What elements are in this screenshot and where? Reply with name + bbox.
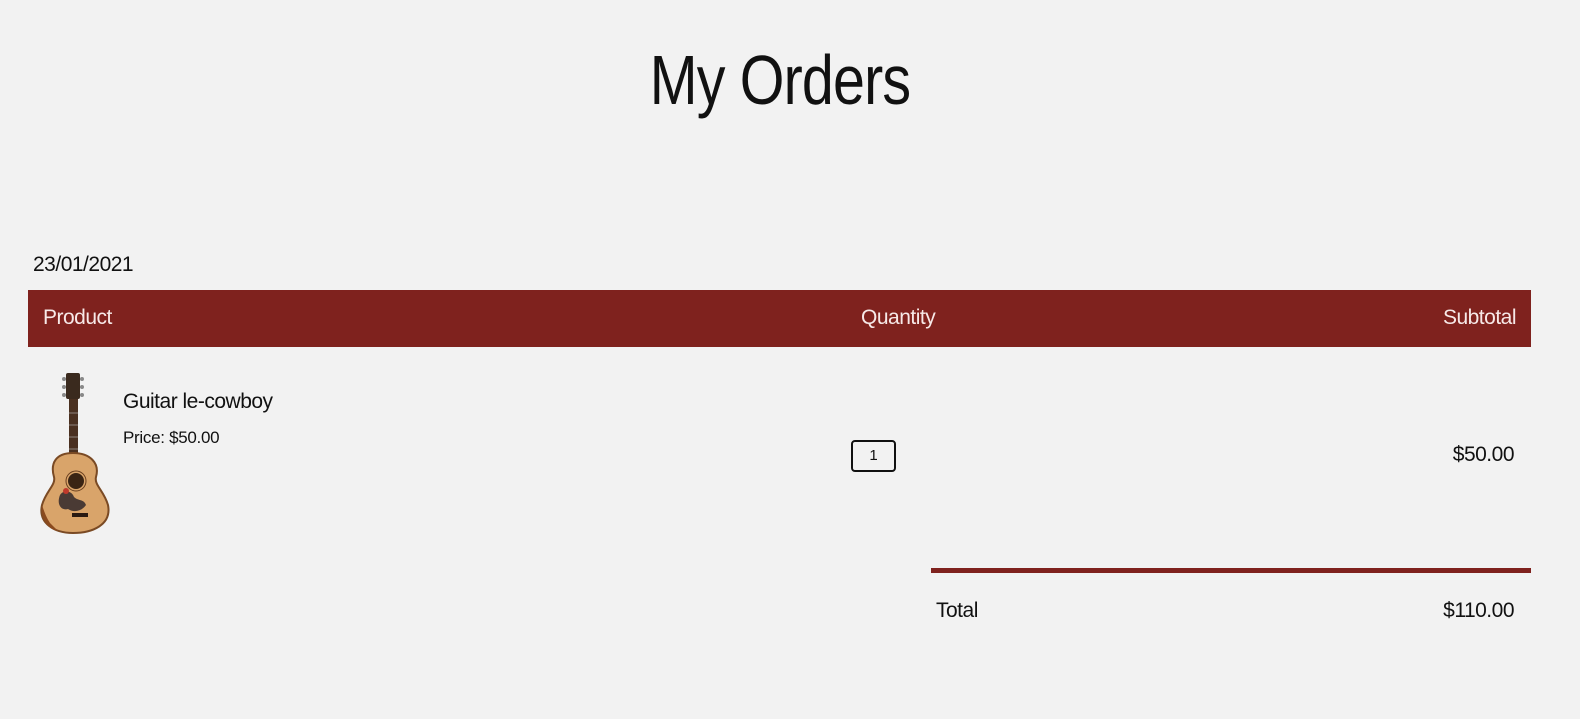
- totals-divider: [931, 568, 1531, 573]
- order-table-header: Product Quantity Subtotal: [28, 290, 1531, 347]
- column-header-product: Product: [43, 306, 112, 329]
- order-item-row: Guitar le-cowboy Price: $50.00 1 $50.00: [28, 347, 1531, 547]
- column-header-subtotal: Subtotal: [1442, 306, 1517, 329]
- product-price: Price: $50.00: [123, 428, 220, 447]
- quantity-field[interactable]: 1: [851, 440, 896, 472]
- acoustic-guitar-image: [40, 373, 110, 535]
- order-date: 23/01/2021: [33, 253, 134, 276]
- orders-page: My Orders 23/01/2021 Product Quantity Su…: [0, 0, 1580, 719]
- item-subtotal: $50.00: [1452, 443, 1515, 466]
- page-title: My Orders: [649, 41, 911, 119]
- column-header-quantity: Quantity: [861, 306, 936, 329]
- product-name[interactable]: Guitar le-cowboy: [123, 389, 273, 415]
- total-label: Total: [936, 599, 978, 622]
- total-value: $110.00: [1443, 599, 1514, 622]
